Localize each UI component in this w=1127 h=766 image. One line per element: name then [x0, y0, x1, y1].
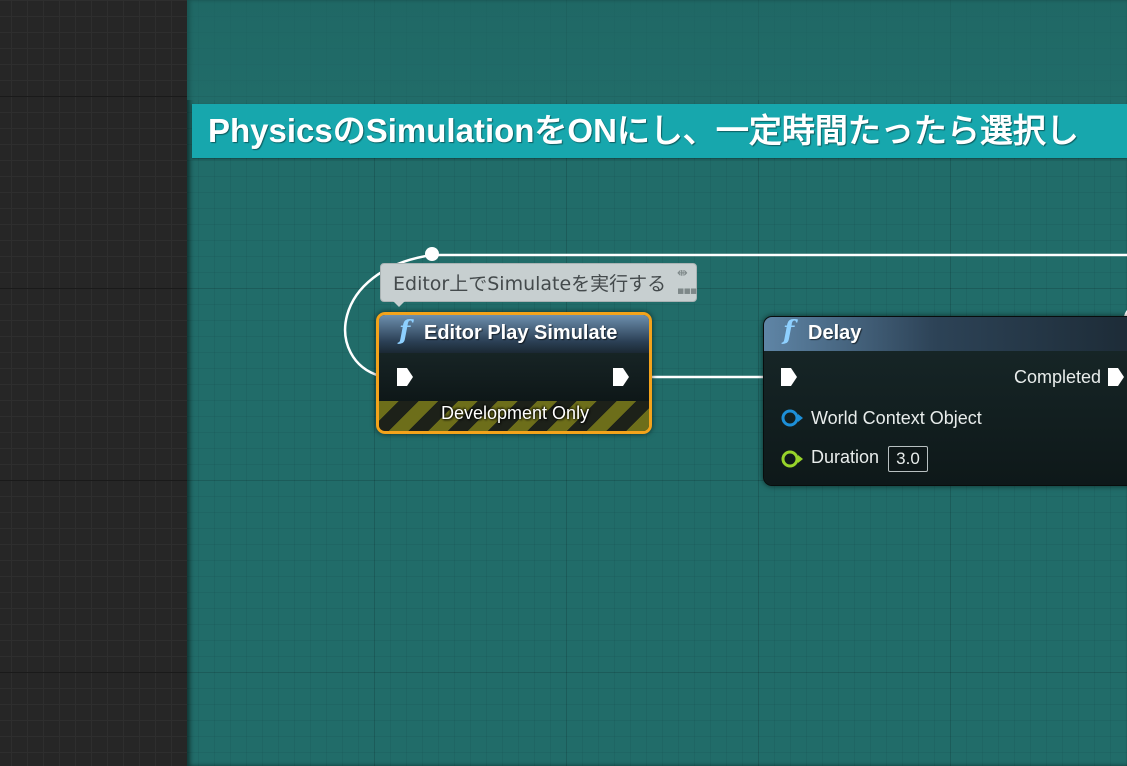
node-title: Editor Play Simulate: [424, 322, 618, 344]
duration-input[interactable]: 3.0: [888, 446, 928, 472]
world-context-object-label: World Context Object: [811, 408, 982, 428]
exec-output-pin-completed[interactable]: [1107, 367, 1125, 387]
completed-pin-label: Completed: [1014, 367, 1102, 387]
node-title: Delay: [808, 322, 862, 344]
exec-input-pin[interactable]: [396, 367, 414, 387]
wire-reroute-knot: [425, 247, 439, 261]
exec-output-pin[interactable]: [612, 367, 630, 387]
development-only-label: Development Only: [441, 403, 590, 423]
node-body: [379, 353, 649, 401]
duration-label: Duration: [811, 447, 880, 467]
float-pin[interactable]: [781, 449, 805, 469]
node-comment-text: Editor上でSimulateを実行する: [393, 273, 667, 295]
pin-icon[interactable]: ⇼: [677, 266, 688, 281]
node-comment-tail: [393, 301, 405, 307]
object-pin[interactable]: [781, 408, 805, 428]
function-icon: f: [783, 316, 795, 346]
expand-icon[interactable]: ▪▪▪: [677, 284, 697, 297]
function-icon: f: [399, 316, 411, 346]
exec-input-pin[interactable]: [780, 367, 798, 387]
